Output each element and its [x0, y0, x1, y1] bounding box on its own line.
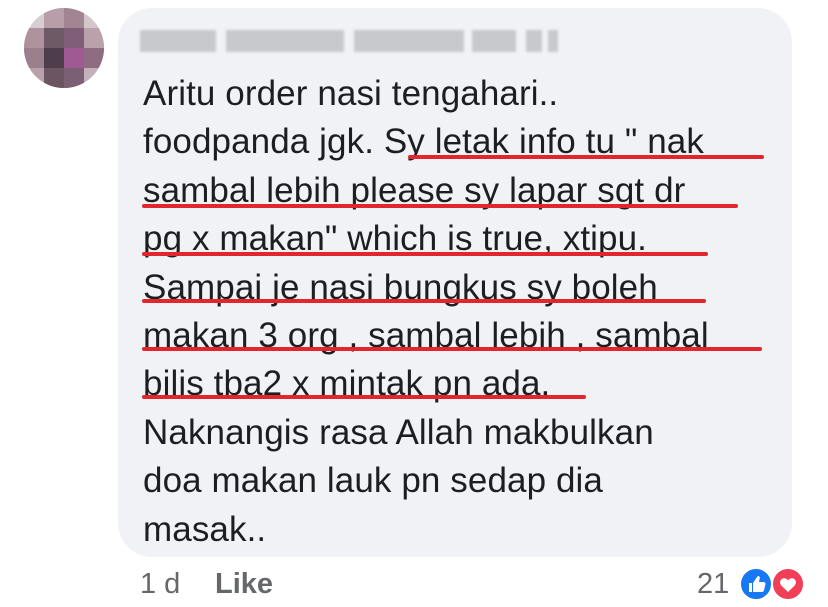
- blurred-name-segment: [140, 30, 216, 52]
- comment-line: Sampai je nasi bungkus sy boleh: [143, 267, 658, 307]
- blurred-name-segment: [472, 30, 516, 52]
- blurred-name-segment: [548, 30, 558, 52]
- avatar[interactable]: [24, 8, 104, 88]
- comment-line: masak..: [143, 509, 267, 549]
- annotation-underline: [142, 204, 738, 208]
- comment-line: pg x makan" which is true, xtipu.: [143, 219, 647, 259]
- annotation-underline: [142, 395, 586, 399]
- thumbs-up-icon: [749, 576, 766, 592]
- reaction-count[interactable]: 21: [697, 566, 729, 602]
- comment-line: foodpanda jgk. Sy letak info tu " nak: [143, 122, 704, 162]
- blurred-name-segment: [526, 30, 542, 52]
- comment-timestamp[interactable]: 1 d: [140, 566, 180, 602]
- like-reaction-icon[interactable]: [739, 567, 773, 601]
- annotation-underline: [142, 252, 708, 256]
- comment-line: Naknangis rasa Allah makbulkan: [143, 412, 654, 452]
- blurred-name-segment: [354, 30, 464, 52]
- blurred-name-segment: [226, 30, 344, 52]
- author-name[interactable]: [140, 28, 558, 54]
- comment-line: bilis tba2 x mintak pn ada.: [143, 364, 551, 404]
- comment-line: Aritu order nasi tengahari..: [143, 74, 559, 113]
- heart-icon: [780, 578, 796, 592]
- comment-line: doa makan lauk pn sedap dia: [143, 461, 603, 501]
- annotation-underline: [142, 299, 706, 303]
- annotation-underline: [142, 347, 762, 351]
- like-button[interactable]: Like: [215, 566, 273, 602]
- comment-line: makan 3 org , sambal lebih , sambal: [143, 315, 709, 355]
- pixelated-avatar-image: [24, 8, 104, 88]
- love-reaction-icon[interactable]: [771, 567, 805, 601]
- annotation-underline: [408, 155, 764, 159]
- comment-text: Aritu order nasi tengahari.. foodpanda j…: [143, 70, 783, 554]
